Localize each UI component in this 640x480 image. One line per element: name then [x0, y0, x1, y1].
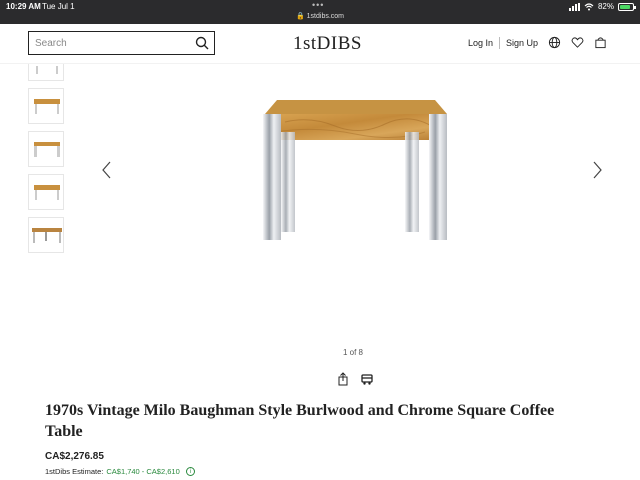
price-estimate: 1stDibs Estimate: CA$1,740 - CA$2,610 i [45, 467, 195, 476]
product-price: CA$2,276.85 [45, 451, 104, 462]
site-logo[interactable]: 1stDIBS [293, 33, 362, 55]
image-counter: 1 of 8 [342, 348, 363, 357]
browser-url[interactable]: 🔒 1stdibs.com [0, 12, 640, 20]
share-icon[interactable] [336, 372, 350, 386]
thumbnail-5[interactable] [28, 217, 64, 253]
shipping-truck-icon[interactable] [360, 372, 374, 386]
info-icon[interactable]: i [185, 467, 195, 476]
product-title: 1970s Vintage Milo Baughman Style Burlwo… [45, 402, 555, 440]
signup-link[interactable]: Sign Up [506, 38, 538, 48]
battery-percent: 82% [597, 2, 614, 11]
thumbnail-4[interactable] [28, 174, 64, 210]
product-main-image[interactable] [255, 96, 455, 246]
login-link[interactable]: Log In [468, 38, 493, 48]
wifi-icon [584, 2, 594, 10]
multitasking-dots-icon[interactable]: ••• [312, 0, 324, 10]
battery-icon [618, 2, 636, 11]
image-actions [336, 372, 374, 386]
thumbnail-2[interactable] [28, 88, 64, 124]
heart-icon[interactable] [571, 36, 584, 49]
estimate-range: CA$1,740 - CA$2,610 [106, 467, 180, 476]
next-image-arrow-icon[interactable] [590, 160, 604, 180]
estimate-label: 1stDibs Estimate: [45, 467, 104, 476]
previous-image-arrow-icon[interactable] [100, 160, 114, 180]
thumbnail-1[interactable] [28, 64, 64, 81]
lock-icon: 🔒 [295, 13, 305, 20]
nav-divider [498, 36, 500, 49]
header-nav: Log In Sign Up [468, 36, 607, 49]
signal-icon [568, 2, 580, 11]
thumbnail-3[interactable] [28, 131, 64, 167]
globe-icon[interactable] [548, 36, 561, 49]
status-right: 82% [568, 2, 636, 11]
search-input[interactable] [35, 37, 185, 49]
site-header: 1stDIBS Log In Sign Up [0, 24, 640, 64]
thumbnail-strip [28, 64, 66, 260]
ios-status-bar: 10:29 AM Tue Jul 1 ••• 🔒 1stdibs.com 82% [0, 0, 640, 24]
status-date: Tue Jul 1 [42, 2, 75, 11]
status-time: 10:29 AM [6, 2, 41, 11]
search-box[interactable] [28, 31, 215, 55]
search-icon[interactable] [195, 36, 209, 50]
shopping-bag-icon[interactable] [594, 36, 607, 49]
url-text: 1stdibs.com [306, 13, 345, 20]
